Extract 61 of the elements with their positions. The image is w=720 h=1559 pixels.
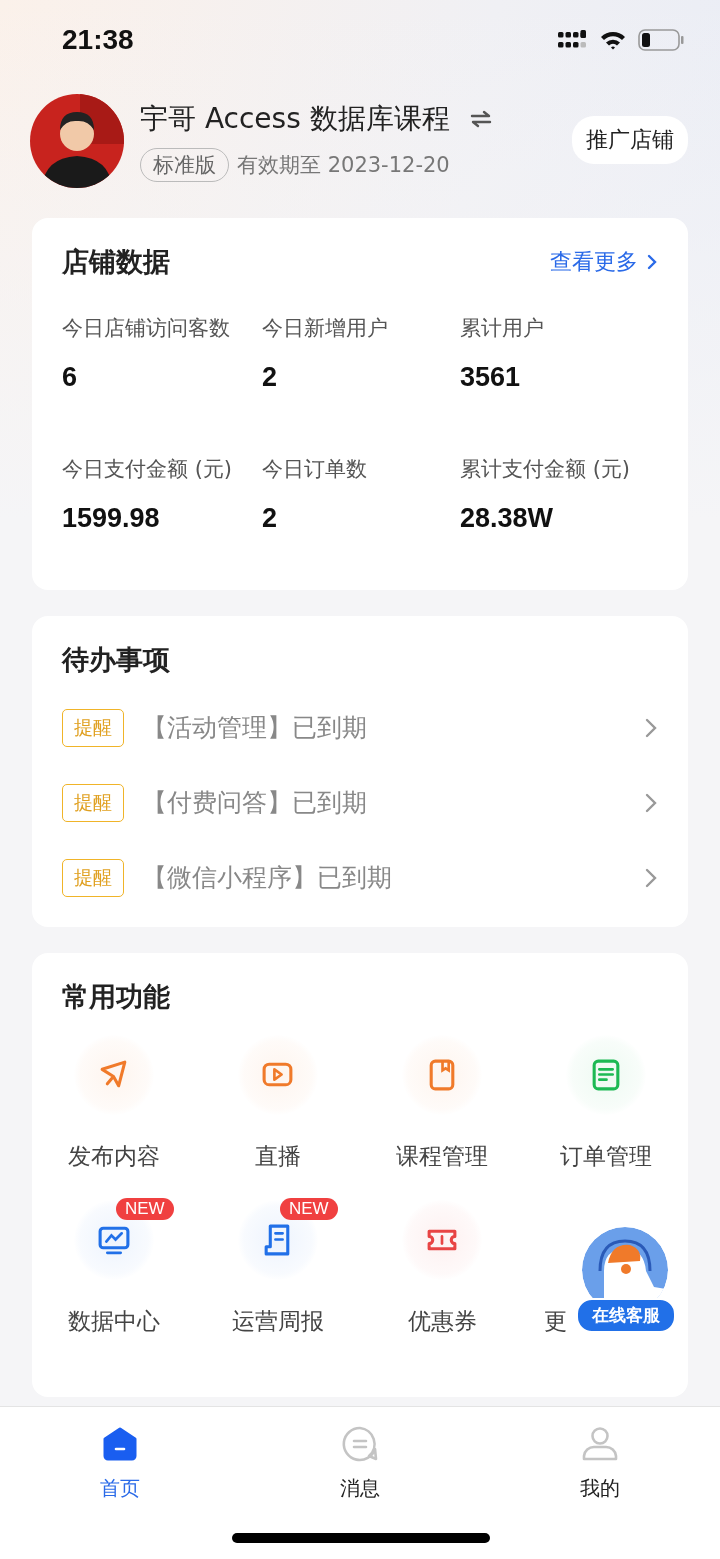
todo-item[interactable]: 提醒 【付费问答】已到期 (62, 765, 658, 840)
tab-item[interactable]: 我的 (480, 1407, 720, 1559)
stat-label: 累计支付金额 (元) (460, 456, 632, 483)
todo-text: 【付费问答】已到期 (142, 787, 368, 819)
stat-value: 1599.98 (62, 503, 161, 534)
shop-name: 宇哥 Access 数据库课程 (140, 101, 450, 137)
person-icon (581, 1425, 619, 1463)
online-support-button[interactable]: 在线客服 (576, 1227, 676, 1337)
reminder-tag: 提醒 (62, 858, 124, 897)
function-label: 优惠券 (407, 1307, 477, 1336)
function-label: 更 (544, 1307, 567, 1336)
chevron-icon (646, 253, 658, 271)
new-badge: NEW (280, 1198, 338, 1220)
battery-icon (638, 29, 684, 51)
stat-label: 累计用户 (460, 315, 545, 342)
expiry-date: 有效期至 2023-12-20 (237, 152, 450, 179)
view-more-link[interactable]: 查看更多 (550, 247, 658, 277)
function-label: 直播 (255, 1142, 301, 1171)
chat-bubble-icon (341, 1425, 379, 1463)
stat-value: 6 (62, 362, 79, 393)
stat-label: 今日支付金额 (元) (62, 456, 234, 483)
stat-label: 今日订单数 (262, 456, 368, 483)
function-label: 运营周报 (232, 1307, 324, 1336)
function-item[interactable]: 优惠券 (360, 1200, 524, 1337)
function-item[interactable]: 发布内容 (32, 1035, 196, 1172)
function-item[interactable]: 订单管理 (524, 1035, 688, 1172)
promote-shop-button[interactable]: 推广店铺 (572, 116, 688, 164)
card-title: 常用功能 (62, 981, 170, 1012)
stat-value: 28.38W (460, 503, 555, 534)
tab-item[interactable]: 首页 (0, 1407, 240, 1559)
home-icon (101, 1425, 139, 1463)
function-label: 课程管理 (396, 1142, 488, 1171)
function-item[interactable]: NEW 数据中心 (32, 1200, 196, 1337)
wifi-icon (600, 30, 626, 50)
function-item[interactable]: 课程管理 (360, 1035, 524, 1172)
reminder-tag: 提醒 (62, 708, 124, 747)
stat-label: 今日店铺访问客数 (62, 315, 231, 342)
function-label: 数据中心 (68, 1307, 160, 1336)
function-item[interactable]: 直播 (196, 1035, 360, 1172)
todo-text: 【微信小程序】已到期 (142, 862, 393, 894)
chevron-icon (644, 791, 658, 814)
stat-value: 2 (262, 503, 279, 534)
card-title: 待办事项 (62, 644, 170, 675)
function-label: 发布内容 (68, 1142, 160, 1171)
todo-item[interactable]: 提醒 【活动管理】已到期 (62, 690, 658, 765)
stat-value: 2 (262, 362, 279, 393)
tab-item[interactable]: 消息 (240, 1407, 480, 1559)
status-time: 21:38 (62, 24, 134, 56)
function-label: 订单管理 (560, 1142, 652, 1171)
card-title: 店铺数据 (62, 245, 170, 279)
signal-icon (558, 30, 588, 50)
chevron-icon (644, 866, 658, 889)
stat-label: 今日新增用户 (262, 315, 389, 342)
stat-value: 3561 (460, 362, 522, 393)
todo-item[interactable]: 提醒 【微信小程序】已到期 (62, 840, 658, 915)
chevron-icon (644, 716, 658, 739)
reminder-tag: 提醒 (62, 783, 124, 822)
switch-arrows-icon[interactable] (469, 110, 492, 128)
new-badge: NEW (116, 1198, 174, 1220)
function-item[interactable]: NEW 运营周报 (196, 1200, 360, 1337)
todo-text: 【活动管理】已到期 (142, 712, 368, 744)
